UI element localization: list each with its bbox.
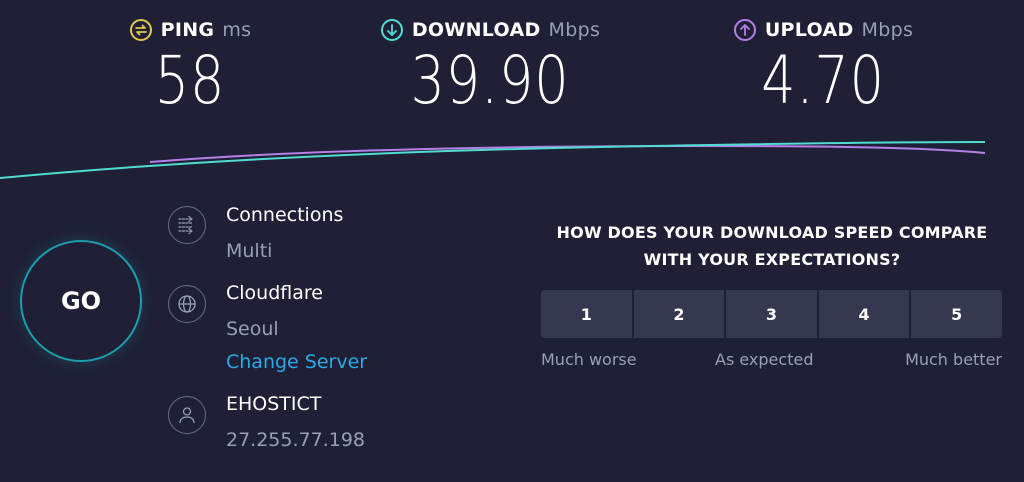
upload-value: 4.70 — [761, 42, 885, 119]
user-glyph-icon — [179, 407, 195, 424]
change-server-link[interactable]: Change Server — [226, 351, 367, 373]
rating-option-2[interactable]: 2 — [633, 290, 725, 338]
provider-name: EHOSTICT — [226, 393, 322, 415]
rating-option-4[interactable]: 4 — [818, 290, 910, 338]
download-header: DOWNLOAD Mbps — [365, 18, 615, 42]
ping-icon — [129, 19, 152, 41]
globe-glyph-icon — [178, 295, 196, 313]
ping-metric: PING ms 58 — [120, 18, 260, 118]
connections-arrows-icon — [178, 215, 193, 235]
survey-question-line1: HOW DOES YOUR DOWNLOAD SPEED COMPARE — [556, 223, 988, 242]
survey-question-line2: WITH YOUR EXPECTATIONS? — [643, 250, 901, 269]
provider-ip: 27.255.77.198 — [226, 429, 366, 451]
scale-label-high: Much better — [905, 350, 1002, 369]
upload-arrow-icon — [733, 19, 756, 41]
user-icon — [168, 396, 206, 434]
survey-question: HOW DOES YOUR DOWNLOAD SPEED COMPARE WIT… — [536, 219, 1008, 273]
scale-label-mid: As expected — [715, 350, 814, 369]
rating-option-1[interactable]: 1 — [541, 290, 632, 338]
ping-unit: ms — [222, 19, 252, 41]
globe-icon — [168, 285, 206, 323]
upload-metric: UPLOAD Mbps 4.70 — [718, 18, 928, 118]
ping-value: 58 — [154, 42, 226, 119]
connections-title: Connections — [226, 204, 344, 226]
upload-header: UPLOAD Mbps — [718, 18, 928, 42]
ping-header: PING ms — [120, 18, 260, 42]
download-label: DOWNLOAD — [411, 19, 541, 41]
server-name: Cloudflare — [226, 282, 323, 304]
rating-bar: 1 2 3 4 5 — [541, 290, 1002, 338]
rating-option-5[interactable]: 5 — [911, 290, 1002, 338]
download-arrow-icon — [380, 19, 403, 41]
connections-icon — [168, 206, 206, 244]
go-button-label: GO — [60, 287, 102, 315]
ping-label: PING — [160, 19, 215, 41]
server-location: Seoul — [226, 318, 279, 340]
upload-label: UPLOAD — [764, 19, 854, 41]
download-value: 39.90 — [410, 42, 570, 119]
scale-label-low: Much worse — [541, 350, 637, 369]
connections-value: Multi — [226, 240, 273, 262]
download-metric: DOWNLOAD Mbps 39.90 — [365, 18, 615, 118]
upload-unit: Mbps — [861, 19, 914, 41]
download-unit: Mbps — [548, 19, 601, 41]
rating-option-3[interactable]: 3 — [726, 290, 817, 338]
speed-graph — [0, 141, 986, 179]
go-button[interactable]: GO — [20, 240, 142, 362]
